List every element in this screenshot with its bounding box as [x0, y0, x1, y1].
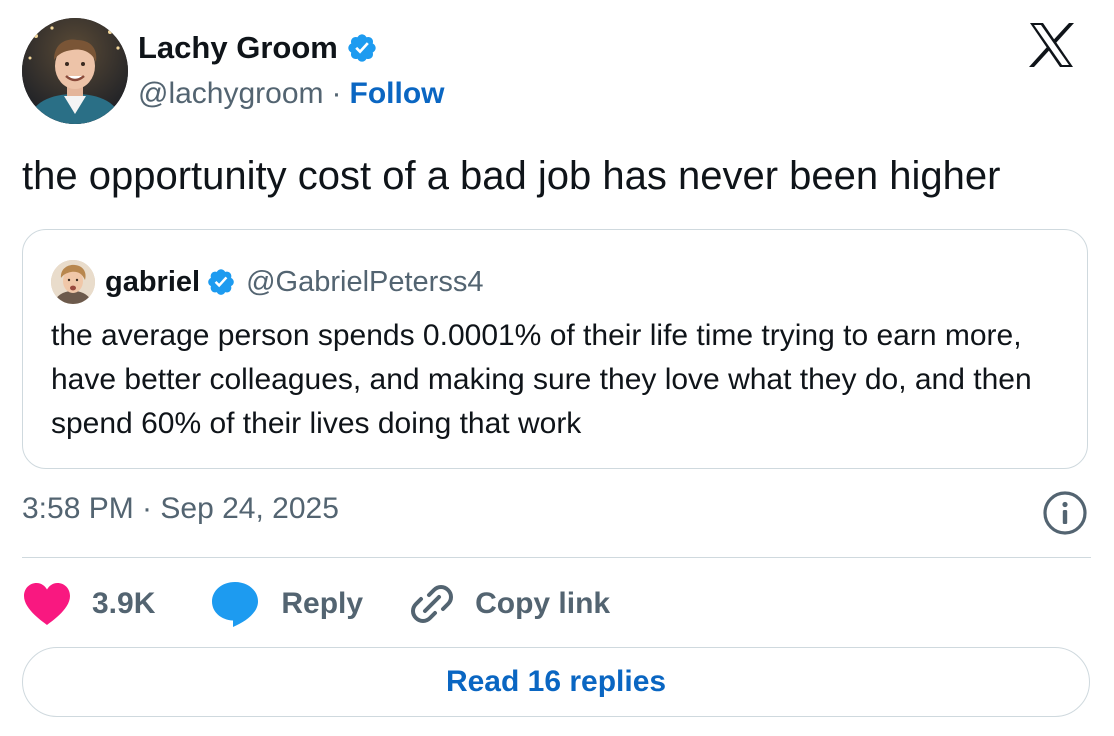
quoted-author-handle[interactable]: @GabrielPeterss4 — [246, 266, 483, 299]
copy-link-button[interactable]: Copy link — [409, 581, 610, 627]
quoted-author-name[interactable]: gabriel — [105, 266, 200, 299]
quoted-author-avatar[interactable] — [51, 260, 95, 304]
reply-label: Reply — [281, 587, 364, 620]
heart-icon — [22, 582, 72, 626]
follow-button[interactable]: Follow — [350, 77, 445, 111]
author-name[interactable]: Lachy Groom — [138, 30, 338, 66]
speech-bubble-icon — [211, 580, 259, 628]
quoted-tweet-card[interactable]: gabriel @GabrielPeterss4 the average per… — [22, 229, 1088, 469]
handle-separator: · — [331, 77, 342, 110]
verified-badge-icon — [346, 32, 378, 64]
like-button[interactable]: 3.9K — [22, 582, 155, 626]
divider — [22, 557, 1091, 558]
verified-badge-icon — [206, 267, 236, 297]
x-logo-icon[interactable] — [1012, 22, 1090, 68]
reply-button[interactable]: Reply — [211, 580, 363, 628]
quoted-tweet-text: the average person spends 0.0001% of the… — [51, 319, 1032, 440]
read-replies-button[interactable]: Read 16 replies — [22, 647, 1090, 717]
tweet-timestamp[interactable]: 3:58 PM · Sep 24, 2025 — [22, 492, 339, 526]
copy-link-label: Copy link — [475, 587, 611, 620]
info-icon[interactable] — [1042, 490, 1088, 536]
tweet-actions-bar: 3.9K Reply Copy link — [22, 578, 610, 630]
tweet-text: the opportunity cost of a bad job has ne… — [22, 154, 1001, 198]
author-handle[interactable]: @lachygroom — [138, 77, 324, 111]
link-icon — [409, 581, 455, 627]
like-count: 3.9K — [92, 587, 156, 620]
author-avatar[interactable] — [22, 18, 128, 124]
